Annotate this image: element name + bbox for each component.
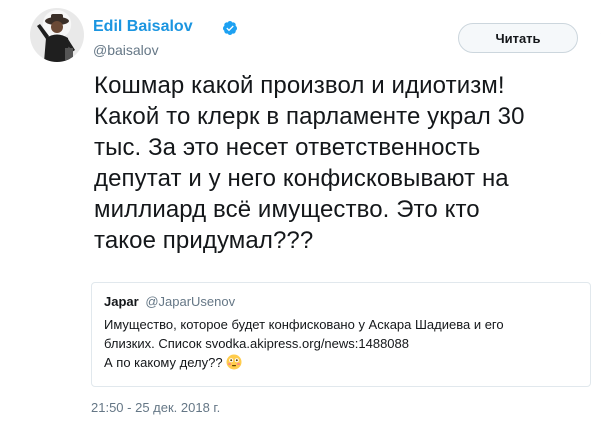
avatar[interactable] [30,8,84,62]
tweet-text-line: Какой то клерк в парламенте украл 30 [94,103,525,130]
tweet-text-line: такое придумал??? [94,227,314,254]
avatar-image-icon [37,14,75,62]
quoted-tweet-header: Japar @JaparUsenov [104,294,235,310]
tweet-timestamp[interactable]: 21:50 - 25 дек. 2018 г. [91,400,220,416]
verified-badge-icon [222,21,237,35]
tweet-header: Edil Baisalov @baisalov Читать [30,8,601,64]
quoted-tweet-line-text: А по какому делу?? [104,355,223,370]
quoted-tweet[interactable]: Japar @JaparUsenov Имущество, которое бу… [91,282,591,387]
quoted-tweet-line: близких. Список svodka.akipress.org/news… [104,336,409,351]
follow-button[interactable]: Читать [458,23,578,53]
quoted-author-handle: @JaparUsenov [145,294,236,309]
tweet-text: Кошмар какой произвол и идиотизм! Какой … [94,70,594,256]
quoted-tweet-line-last: А по какому делу?? [104,353,574,372]
author-handle[interactable]: @baisalov [93,41,159,59]
tweet-card: Edil Baisalov @baisalov Читать Кошмар ка… [0,0,601,429]
tweet-text-line: тыс. За это несет ответственность [94,134,481,161]
tweet-text-line: Кошмар какой произвол и идиотизм! [94,72,505,99]
quoted-tweet-line: Имущество, которое будет конфисковано у … [104,317,504,332]
quoted-author-name: Japar [104,294,139,309]
tweet-text-line: депутат и у него конфисковывают на [94,165,509,192]
quoted-tweet-text: Имущество, которое будет конфисковано у … [104,315,574,372]
tweet-text-line: миллиард всё имущество. Это кто [94,196,480,223]
author-name[interactable]: Edil Baisalov [93,17,193,37]
flushed-face-icon [226,354,242,370]
